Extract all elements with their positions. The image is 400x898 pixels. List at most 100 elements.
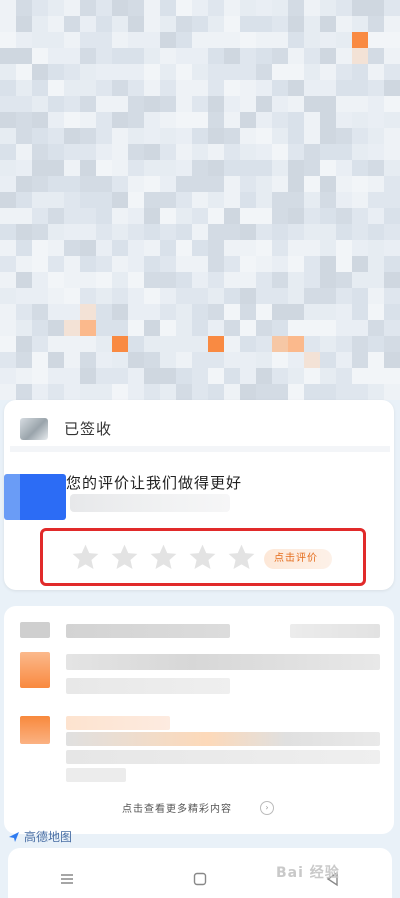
mosaic-tile xyxy=(0,160,16,176)
mosaic-tile xyxy=(384,288,400,304)
mosaic-tile xyxy=(384,48,400,64)
mosaic-tile xyxy=(256,320,272,336)
mosaic-tile xyxy=(384,0,400,16)
mosaic-tile xyxy=(48,368,64,384)
mosaic-tile xyxy=(16,352,32,368)
mosaic-tile xyxy=(112,288,128,304)
mosaic-tile xyxy=(32,384,48,400)
blurred-row-text xyxy=(66,678,230,694)
menu-button[interactable] xyxy=(47,867,87,891)
mosaic-tile xyxy=(48,256,64,272)
mosaic-tile xyxy=(176,112,192,128)
mosaic-tile xyxy=(128,96,144,112)
mosaic-tile xyxy=(320,160,336,176)
mosaic-tile xyxy=(256,112,272,128)
brand-name: 高德地图 xyxy=(24,830,73,844)
more-content-link[interactable]: 点击查看更多精彩内容 xyxy=(122,800,232,815)
mosaic-tile xyxy=(0,112,16,128)
mosaic-tile xyxy=(160,128,176,144)
mosaic-tile xyxy=(48,288,64,304)
mosaic-tile xyxy=(304,192,320,208)
mosaic-tile xyxy=(176,0,192,16)
mosaic-tile xyxy=(144,128,160,144)
star-4-icon[interactable] xyxy=(187,542,218,573)
mosaic-tile xyxy=(32,32,48,48)
mosaic-tile xyxy=(64,304,80,320)
mosaic-tile xyxy=(176,208,192,224)
mosaic-tile xyxy=(32,304,48,320)
chevron-right-icon[interactable]: › xyxy=(260,801,274,815)
mosaic-tile xyxy=(368,256,384,272)
mosaic-tile xyxy=(64,16,80,32)
rate-button[interactable]: 点击评价 xyxy=(264,549,332,569)
mosaic-tile xyxy=(208,288,224,304)
mosaic-tile xyxy=(48,64,64,80)
mosaic-tile xyxy=(112,320,128,336)
mosaic-tile xyxy=(48,128,64,144)
mosaic-tile xyxy=(176,32,192,48)
mosaic-tile xyxy=(272,64,288,80)
mosaic-tile xyxy=(0,16,16,32)
mosaic-tile xyxy=(160,144,176,160)
mosaic-tile xyxy=(192,176,208,192)
mosaic-tile xyxy=(16,320,32,336)
mosaic-tile xyxy=(256,176,272,192)
mosaic-tile xyxy=(256,32,272,48)
mosaic-tile xyxy=(288,320,304,336)
mosaic-tile xyxy=(160,336,176,352)
mosaic-tile xyxy=(192,112,208,128)
mosaic-tile xyxy=(256,80,272,96)
mosaic-tile xyxy=(144,224,160,240)
mosaic-tile xyxy=(0,32,16,48)
star-2-icon[interactable] xyxy=(109,542,140,573)
mosaic-tile xyxy=(288,272,304,288)
star-5-icon[interactable] xyxy=(226,542,257,573)
mosaic-tile xyxy=(16,224,32,240)
mosaic-tile xyxy=(0,0,16,16)
mosaic-tile xyxy=(224,16,240,32)
mosaic-tile xyxy=(96,320,112,336)
star-rating[interactable] xyxy=(70,542,257,573)
mosaic-tile xyxy=(384,176,400,192)
mosaic-tile xyxy=(368,112,384,128)
mosaic-tile xyxy=(176,320,192,336)
mosaic-tile xyxy=(256,304,272,320)
mosaic-tile xyxy=(80,288,96,304)
mosaic-tile xyxy=(272,208,288,224)
mosaic-tile xyxy=(352,32,368,48)
mosaic-tile xyxy=(80,0,96,16)
mosaic-tile xyxy=(0,256,16,272)
mosaic-tile xyxy=(272,288,288,304)
home-button[interactable] xyxy=(180,867,220,891)
mosaic-tile xyxy=(128,176,144,192)
mosaic-tile xyxy=(384,336,400,352)
mosaic-tile xyxy=(368,224,384,240)
mosaic-tile xyxy=(48,224,64,240)
mosaic-tile xyxy=(224,320,240,336)
mosaic-tile xyxy=(144,320,160,336)
mosaic-tile xyxy=(304,96,320,112)
mosaic-tile xyxy=(144,352,160,368)
mosaic-tile xyxy=(80,64,96,80)
mosaic-tile xyxy=(112,352,128,368)
mosaic-tile xyxy=(16,160,32,176)
mosaic-tile xyxy=(128,32,144,48)
mosaic-tile xyxy=(48,240,64,256)
mosaic-tile xyxy=(368,208,384,224)
star-1-icon[interactable] xyxy=(70,542,101,573)
mosaic-tile xyxy=(320,80,336,96)
mosaic-tile xyxy=(80,352,96,368)
mosaic-tile xyxy=(240,288,256,304)
mosaic-tile xyxy=(192,32,208,48)
mosaic-tile xyxy=(240,160,256,176)
mosaic-tile xyxy=(32,128,48,144)
mosaic-tile xyxy=(160,96,176,112)
mosaic-tile xyxy=(64,96,80,112)
mosaic-tile xyxy=(384,192,400,208)
mosaic-tile xyxy=(304,176,320,192)
mosaic-tile xyxy=(32,224,48,240)
mosaic-tile xyxy=(288,304,304,320)
star-3-icon[interactable] xyxy=(148,542,179,573)
mosaic-tile xyxy=(16,336,32,352)
mosaic-tile xyxy=(0,48,16,64)
